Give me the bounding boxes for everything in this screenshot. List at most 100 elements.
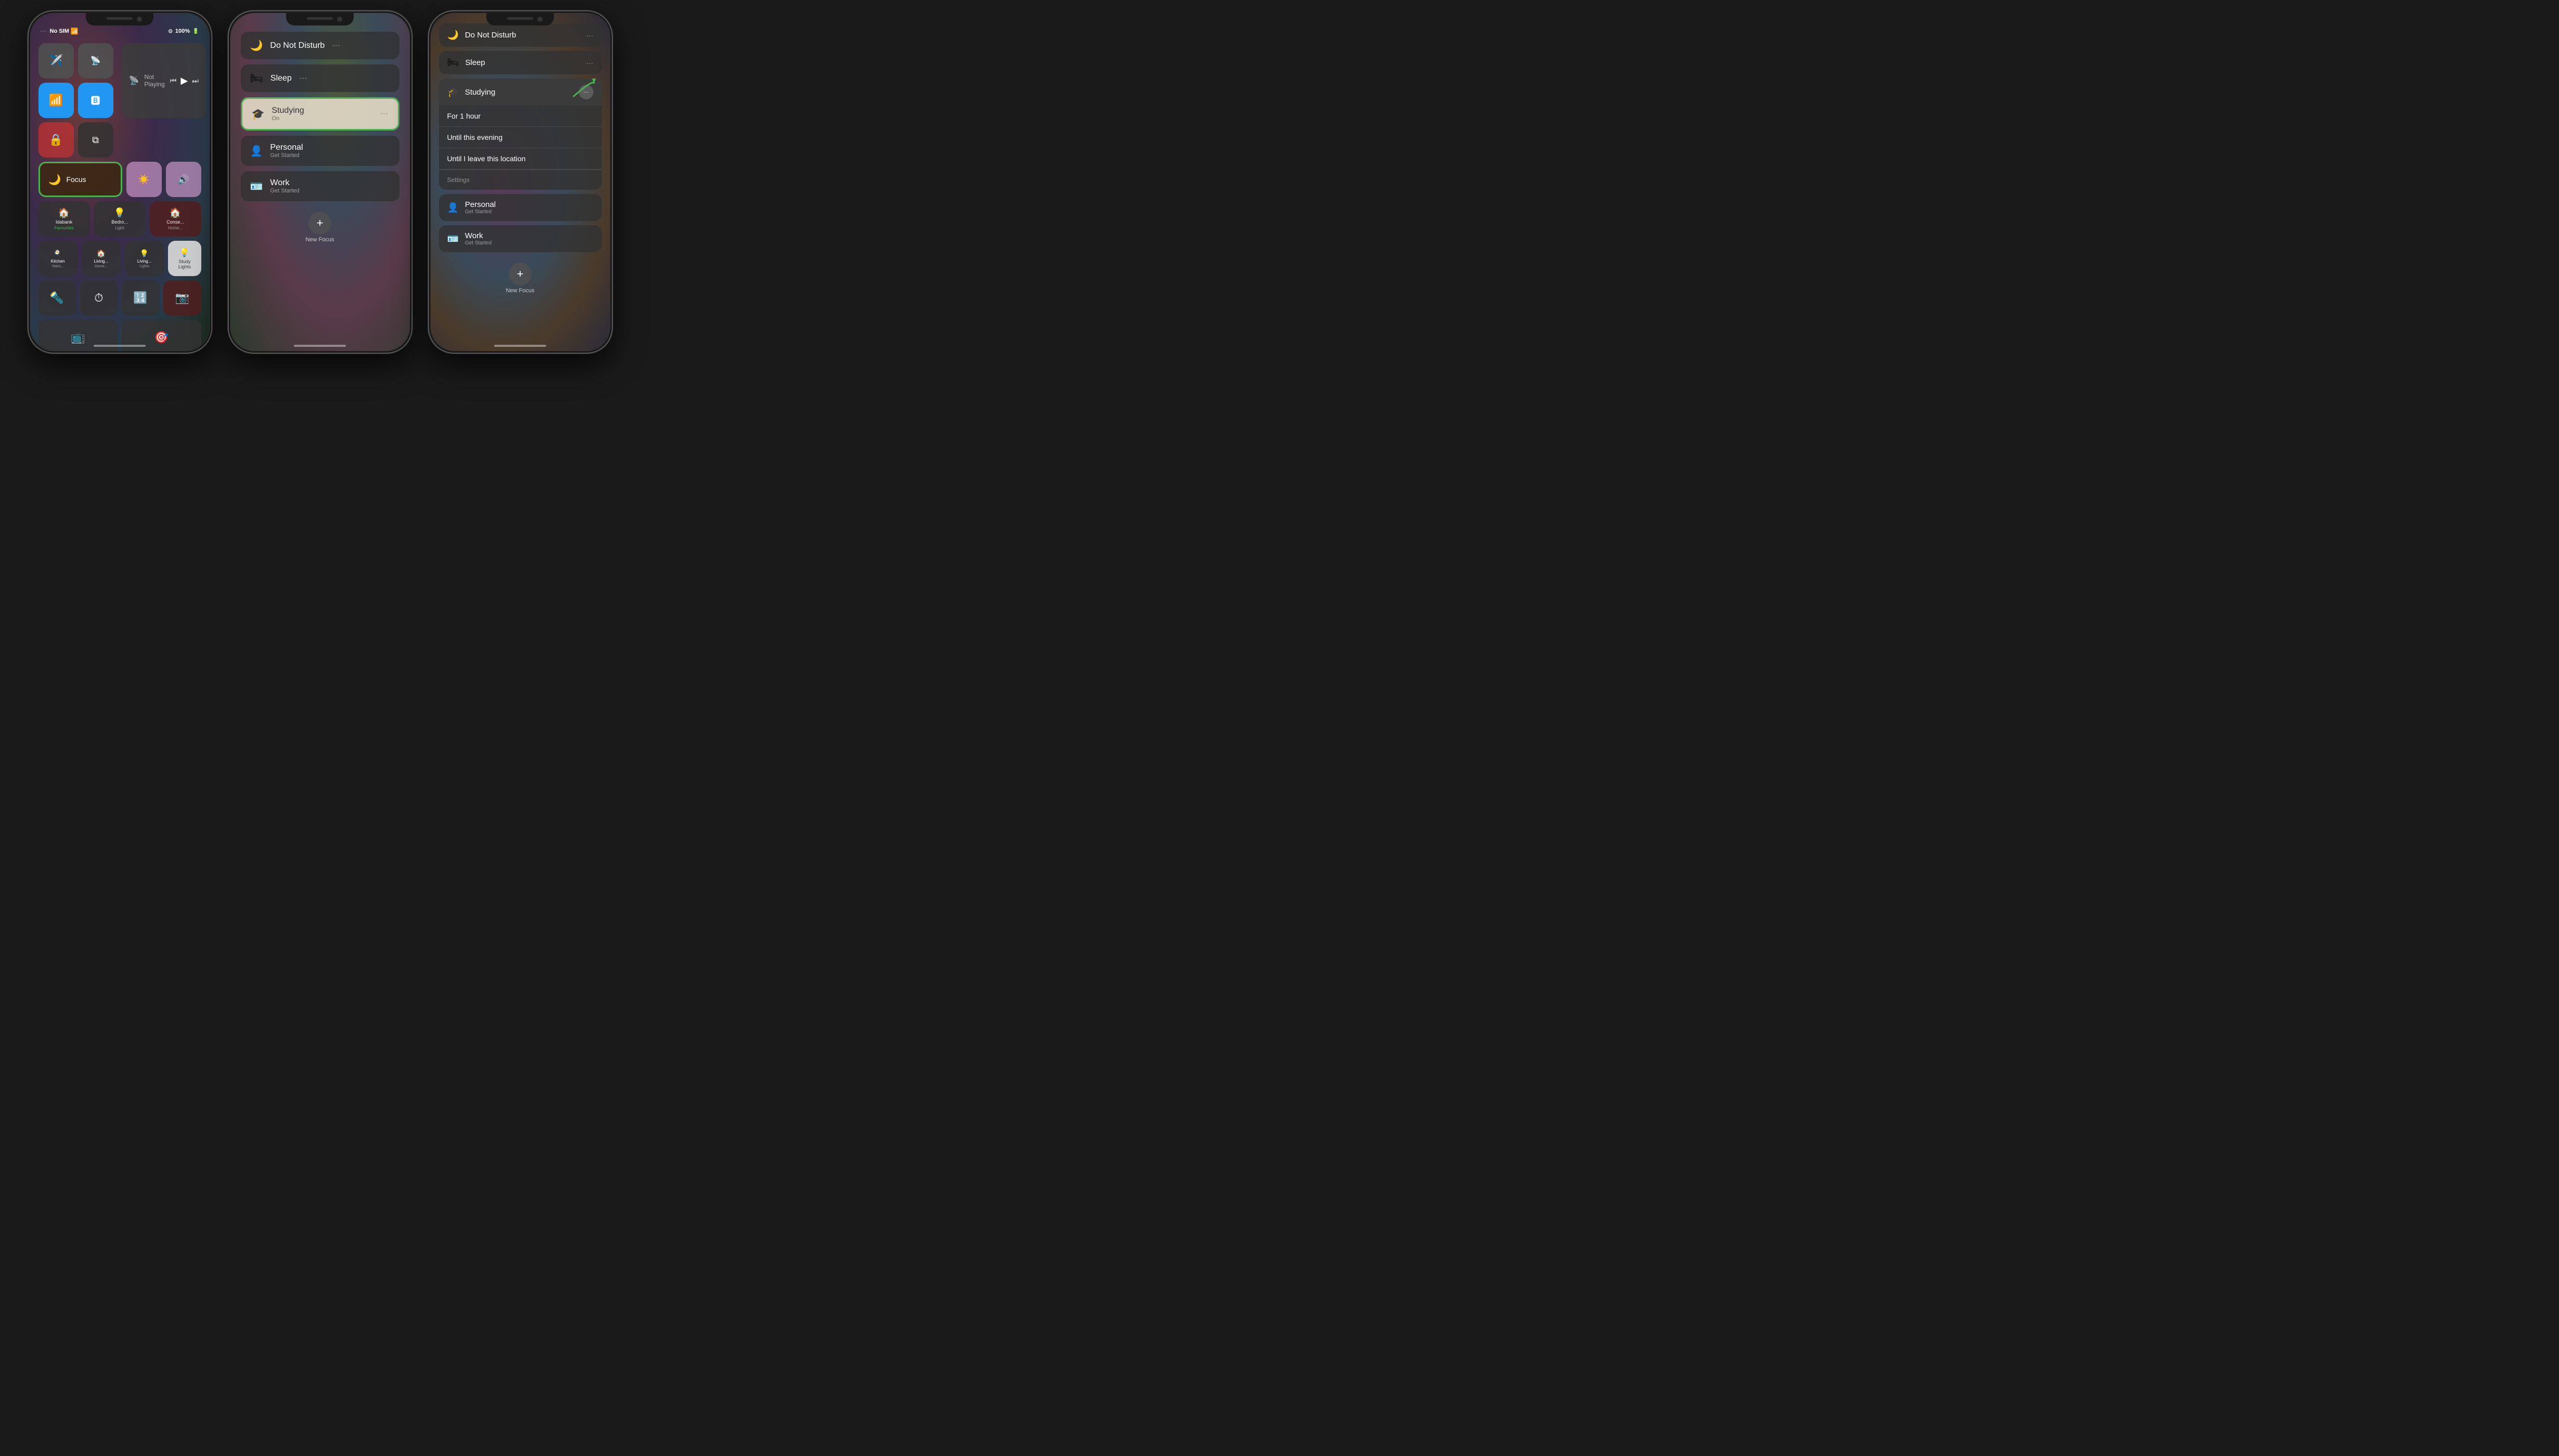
bedroom-tile[interactable]: 💡 Bedro... Light	[94, 201, 146, 237]
volume-up-button[interactable]	[28, 100, 29, 128]
studying-options-menu: 🌙 Do Not Disturb ··· 🛏 Sleep ··· 🎓	[431, 13, 610, 302]
focus-tile[interactable]: 🌙 Focus	[38, 162, 122, 197]
prev-button[interactable]: ⏮	[170, 76, 177, 85]
phone-3: 🌙 Do Not Disturb ··· 🛏 Sleep ··· 🎓	[428, 10, 613, 354]
power-button-2[interactable]	[411, 95, 412, 136]
sleep-icon: 🛏	[250, 72, 263, 85]
new-focus-button-3[interactable]: + New Focus	[439, 263, 602, 294]
volume-tile[interactable]: 🔊	[166, 162, 201, 197]
new-focus-label-3: New Focus	[506, 288, 534, 294]
dnd-row-3[interactable]: 🌙 Do Not Disturb ···	[439, 23, 602, 47]
console-tile[interactable]: 🏠 Conse... Home...	[150, 201, 201, 237]
home-indicator-2[interactable]	[294, 345, 346, 347]
new-focus-label: New Focus	[305, 237, 334, 243]
play-button[interactable]: ▶	[180, 75, 188, 86]
notch-camera	[137, 17, 142, 22]
bedroom-title: Bedro...	[111, 219, 128, 225]
sleep-icon-3: 🛏	[447, 57, 459, 68]
console-title: Conse...	[166, 219, 184, 225]
kitchen-icon: 🍳	[53, 249, 62, 258]
camera-icon: 📷	[175, 291, 189, 305]
flashlight-tile[interactable]: 🔦	[38, 280, 76, 316]
notch-camera-3	[537, 17, 542, 22]
mute-switch-2[interactable]	[228, 74, 229, 92]
battery-label: 100%	[175, 28, 190, 34]
sleep-row-3[interactable]: 🛏 Sleep ···	[439, 51, 602, 74]
dnd-dots: ···	[332, 41, 340, 50]
notch-2	[286, 13, 354, 25]
new-focus-plus-icon: +	[308, 212, 331, 235]
rotation-lock-tile[interactable]: 🔒	[38, 122, 74, 158]
living-lights-sub: Lights	[139, 265, 149, 268]
duration-for-1-hour[interactable]: For 1 hour	[439, 106, 602, 127]
cc-row-5: 🍳 Kitchen Naim... 🏠 Living... Home... 💡 …	[38, 241, 201, 276]
calculator-tile[interactable]: 🔢	[122, 280, 159, 316]
kitchen-tile[interactable]: 🍳 Kitchen Naim...	[38, 241, 77, 276]
brightness-icon: ☀️	[138, 174, 149, 185]
focus-label: Focus	[66, 175, 86, 184]
cc-row-6: 🔦 ⏱ 🔢 📷	[38, 280, 201, 316]
screen-mirror-icon: ⧉	[92, 135, 99, 146]
media-player-tile[interactable]: 📡 Not Playing ⏮ ▶ ⏭	[122, 43, 206, 118]
idabank-tile[interactable]: 🏠 Idabank Favourites	[38, 201, 90, 237]
target-icon: 🎯	[154, 331, 169, 344]
wifi-icon: 📶	[71, 28, 79, 35]
new-focus-button[interactable]: + New Focus	[241, 212, 399, 243]
volume-icon: 🔊	[177, 174, 189, 185]
living-home-tile[interactable]: 🏠 Living... Home...	[82, 241, 121, 276]
bedroom-sub: Light	[115, 226, 124, 230]
work-icon: 🪪	[250, 180, 263, 193]
sleep-title: Sleep	[270, 74, 292, 83]
wifi-tile[interactable]: 📶	[38, 83, 74, 118]
power-button[interactable]	[211, 95, 212, 136]
bluetooth-tile[interactable]: 🅱	[78, 83, 113, 118]
volume-down-button-3[interactable]	[428, 134, 429, 162]
living-lights-tile[interactable]: 💡 Living... Lights	[125, 241, 164, 276]
volume-down-button[interactable]	[28, 134, 29, 162]
bluetooth-icon: 🅱	[91, 94, 100, 107]
cellular-tile[interactable]: 📡	[78, 43, 113, 79]
home-indicator[interactable]	[94, 345, 146, 347]
volume-down-button-2[interactable]	[228, 134, 229, 162]
kitchen-sub: Naim...	[52, 265, 63, 268]
sleep-row[interactable]: 🛏 Sleep ···	[241, 64, 399, 92]
personal-row[interactable]: 👤 Personal Get Started	[241, 136, 399, 166]
idabank-sub: Favourites	[54, 226, 73, 230]
studying-icon: 🎓	[252, 108, 265, 121]
notch-speaker	[107, 17, 133, 20]
sleep-dots-3: ···	[586, 59, 593, 67]
screen-mirror-tile[interactable]: ⧉	[78, 122, 113, 158]
duration-until-location[interactable]: Until I leave this location	[439, 148, 602, 170]
volume-up-button-2[interactable]	[228, 100, 229, 128]
next-button[interactable]: ⏭	[192, 76, 199, 85]
personal-title-3: Personal	[465, 200, 593, 209]
duration-until-evening[interactable]: Until this evening	[439, 127, 602, 148]
personal-row-3[interactable]: 👤 Personal Get Started	[439, 194, 602, 221]
camera-tile[interactable]: 📷	[163, 280, 201, 316]
work-row[interactable]: 🪪 Work Get Started	[241, 171, 399, 201]
home-indicator-3[interactable]	[494, 345, 546, 347]
study-lights-tile[interactable]: 💡 StudyLights	[168, 241, 201, 276]
timer-tile[interactable]: ⏱	[80, 280, 118, 316]
notch-3	[486, 13, 554, 25]
studying-dots: ···	[380, 109, 389, 119]
remote-icon: 📺	[71, 331, 85, 344]
brightness-tile[interactable]: ☀️	[126, 162, 162, 197]
focus-menu: 🌙 Do Not Disturb ··· 🛏 Sleep ··· 🎓	[230, 13, 410, 251]
work-title-3: Work	[465, 231, 593, 240]
studying-row[interactable]: 🎓 Studying On ···	[241, 97, 399, 131]
airplane-tile[interactable]: ✈️	[38, 43, 74, 79]
sleep-title-3: Sleep	[465, 58, 579, 67]
mute-switch[interactable]	[28, 74, 29, 92]
settings-option[interactable]: Settings	[439, 170, 602, 190]
volume-up-button-3[interactable]	[428, 100, 429, 128]
work-row-3[interactable]: 🪪 Work Get Started	[439, 225, 602, 252]
power-button-3[interactable]	[612, 95, 613, 136]
dnd-row[interactable]: 🌙 Do Not Disturb ···	[241, 32, 399, 59]
cc-row-2: 🔒 ⧉	[38, 122, 201, 158]
carrier-label: No SIM	[50, 28, 69, 34]
personal-title: Personal	[270, 143, 390, 152]
wifi-icon: 📶	[49, 94, 63, 107]
mute-switch-3[interactable]	[428, 74, 429, 92]
calculator-icon: 🔢	[133, 291, 147, 305]
